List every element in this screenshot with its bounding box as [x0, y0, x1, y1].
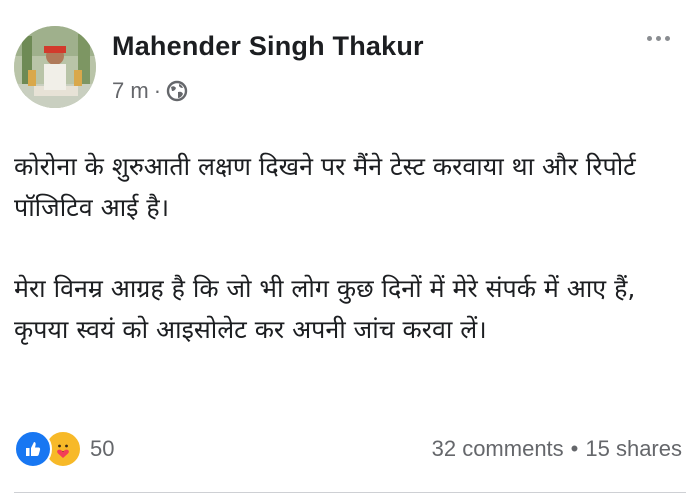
stats-separator: •	[570, 436, 579, 461]
facebook-post: Mahender Singh Thakur 7 m · कोरोना के शु…	[0, 0, 700, 500]
like-icon	[14, 430, 52, 468]
engagement-stats: 32 comments • 15 shares	[432, 436, 682, 462]
profile-photo	[14, 26, 96, 108]
post-meta: 7 m ·	[112, 78, 188, 104]
globe-icon[interactable]	[166, 80, 188, 102]
shares-count-link[interactable]: 15 shares	[585, 436, 682, 462]
post-timestamp[interactable]: 7 m	[112, 78, 149, 104]
meta-separator: ·	[153, 78, 162, 103]
divider	[14, 492, 686, 493]
comments-count-link[interactable]: 32 comments	[432, 436, 564, 462]
reactions-summary[interactable]: 50	[14, 430, 114, 468]
post-text-paragraph-2: मेरा विनम्र आग्रह है कि जो भी लोग कुछ दि…	[14, 274, 636, 344]
author-name[interactable]: Mahender Singh Thakur	[112, 31, 424, 62]
post-text-paragraph-1: कोरोना के शुरुआती लक्षण दिखने पर मैंने ट…	[14, 152, 636, 222]
more-options-icon[interactable]	[647, 36, 670, 41]
avatar[interactable]	[14, 26, 96, 108]
reaction-count: 50	[90, 436, 115, 461]
